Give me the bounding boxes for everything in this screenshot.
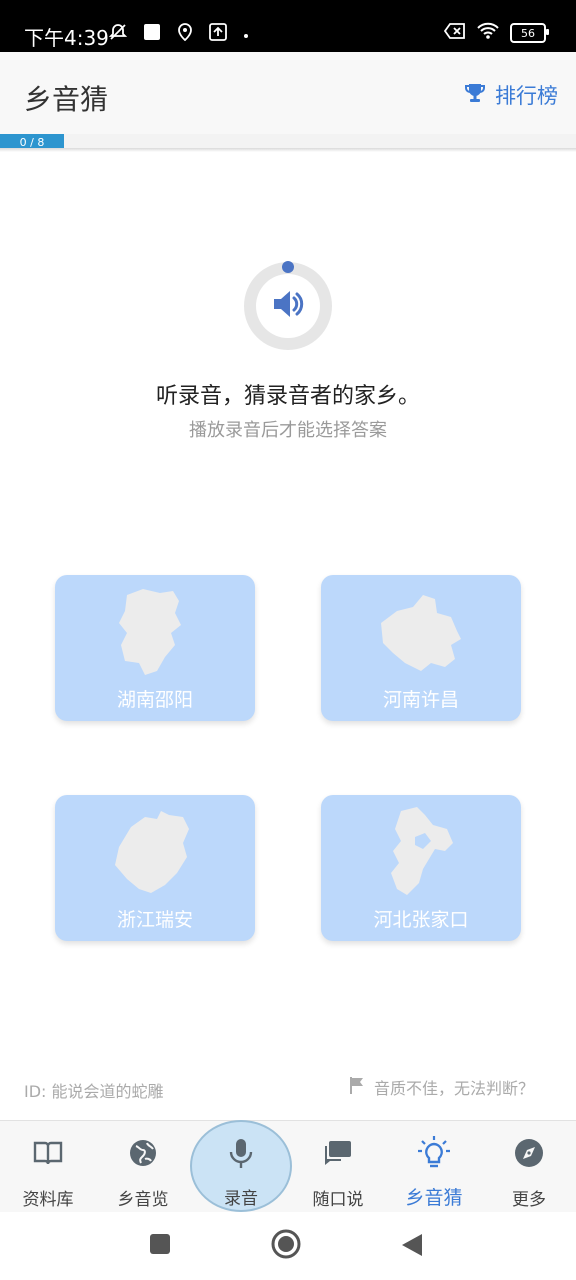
tab-label: 乡音览 [117, 1190, 169, 1210]
home-button[interactable] [270, 1228, 302, 1264]
flag-icon [348, 1075, 366, 1099]
tab-more[interactable]: 更多 [481, 1121, 576, 1213]
status-time: 下午4:39 [24, 26, 109, 50]
user-id: ID: 能说会道的蛇雕 [24, 1082, 164, 1101]
app-header: 乡音猜 排行榜 [0, 52, 576, 140]
hint-text: 播放录音后才能选择答案 [189, 420, 387, 441]
back-button[interactable] [400, 1232, 424, 1262]
x-box-icon [443, 22, 466, 44]
report-label: 音质不佳，无法判断？ [373, 1079, 534, 1098]
tab-label: 乡音猜 [405, 1187, 463, 1209]
recent-apps-button[interactable] [148, 1232, 172, 1260]
tab-label: 资料库 [22, 1190, 74, 1210]
tab-speak[interactable]: 随口说 [290, 1121, 386, 1213]
wifi-icon [476, 22, 500, 44]
chat-icon [320, 1135, 356, 1171]
map-ruian-icon [115, 811, 189, 893]
map-zhangjiakou-icon [391, 807, 453, 895]
leaderboard-button[interactable]: 排行榜 [463, 80, 558, 110]
compass-icon [511, 1135, 547, 1171]
answer-option-hebei-zhangjiakou[interactable]: 河北张家口 [321, 795, 521, 941]
status-bar: 下午4:39 56 [0, 0, 576, 52]
map-shaoyang-icon [119, 589, 181, 675]
answer-option-hunan-shaoyang[interactable]: 湖南邵阳 [55, 575, 255, 721]
dot-icon [242, 25, 250, 44]
instruction-text: 听录音，猜录音者的家乡。 [155, 384, 420, 409]
player-core [256, 274, 320, 338]
answer-option-zhejiang-ruian[interactable]: 浙江瑞安 [55, 795, 255, 941]
tab-guess[interactable]: 乡音猜 [386, 1121, 482, 1213]
tab-library[interactable]: 资料库 [0, 1121, 96, 1213]
speaker-icon [270, 286, 306, 326]
mute-icon [108, 22, 128, 46]
system-nav-bar [0, 1212, 576, 1280]
play-recording-button[interactable] [244, 261, 332, 350]
report-audio-button[interactable]: 音质不佳，无法判断？ [348, 1075, 534, 1099]
lightbulb-icon [416, 1135, 452, 1171]
header-divider [0, 148, 576, 152]
option-label: 河北张家口 [373, 909, 469, 931]
location-icon [176, 22, 194, 46]
tab-label: 更多 [512, 1190, 546, 1210]
tab-browse[interactable]: 乡音览 [95, 1121, 191, 1213]
trophy-icon [463, 81, 487, 110]
square-icon [142, 22, 162, 46]
option-label: 浙江瑞安 [116, 909, 193, 931]
globe-icon [125, 1135, 161, 1171]
option-label: 河南许昌 [382, 689, 459, 711]
answer-option-henan-xuchang[interactable]: 河南许昌 [321, 575, 521, 721]
tab-label: 随口说 [312, 1190, 364, 1210]
page-title: 乡音猜 [24, 83, 109, 116]
book-icon [30, 1135, 66, 1171]
tab-record[interactable]: 录音 [190, 1120, 292, 1212]
option-label: 湖南邵阳 [116, 689, 193, 711]
playback-progress-dot[interactable] [282, 261, 294, 273]
battery-level: 56 [521, 26, 535, 40]
upload-icon [208, 22, 228, 46]
battery-icon: 56 [510, 23, 549, 43]
tab-label: 录音 [224, 1189, 258, 1209]
leaderboard-label: 排行榜 [495, 84, 558, 108]
mic-icon [223, 1136, 259, 1172]
map-xuchang-icon [381, 595, 461, 671]
